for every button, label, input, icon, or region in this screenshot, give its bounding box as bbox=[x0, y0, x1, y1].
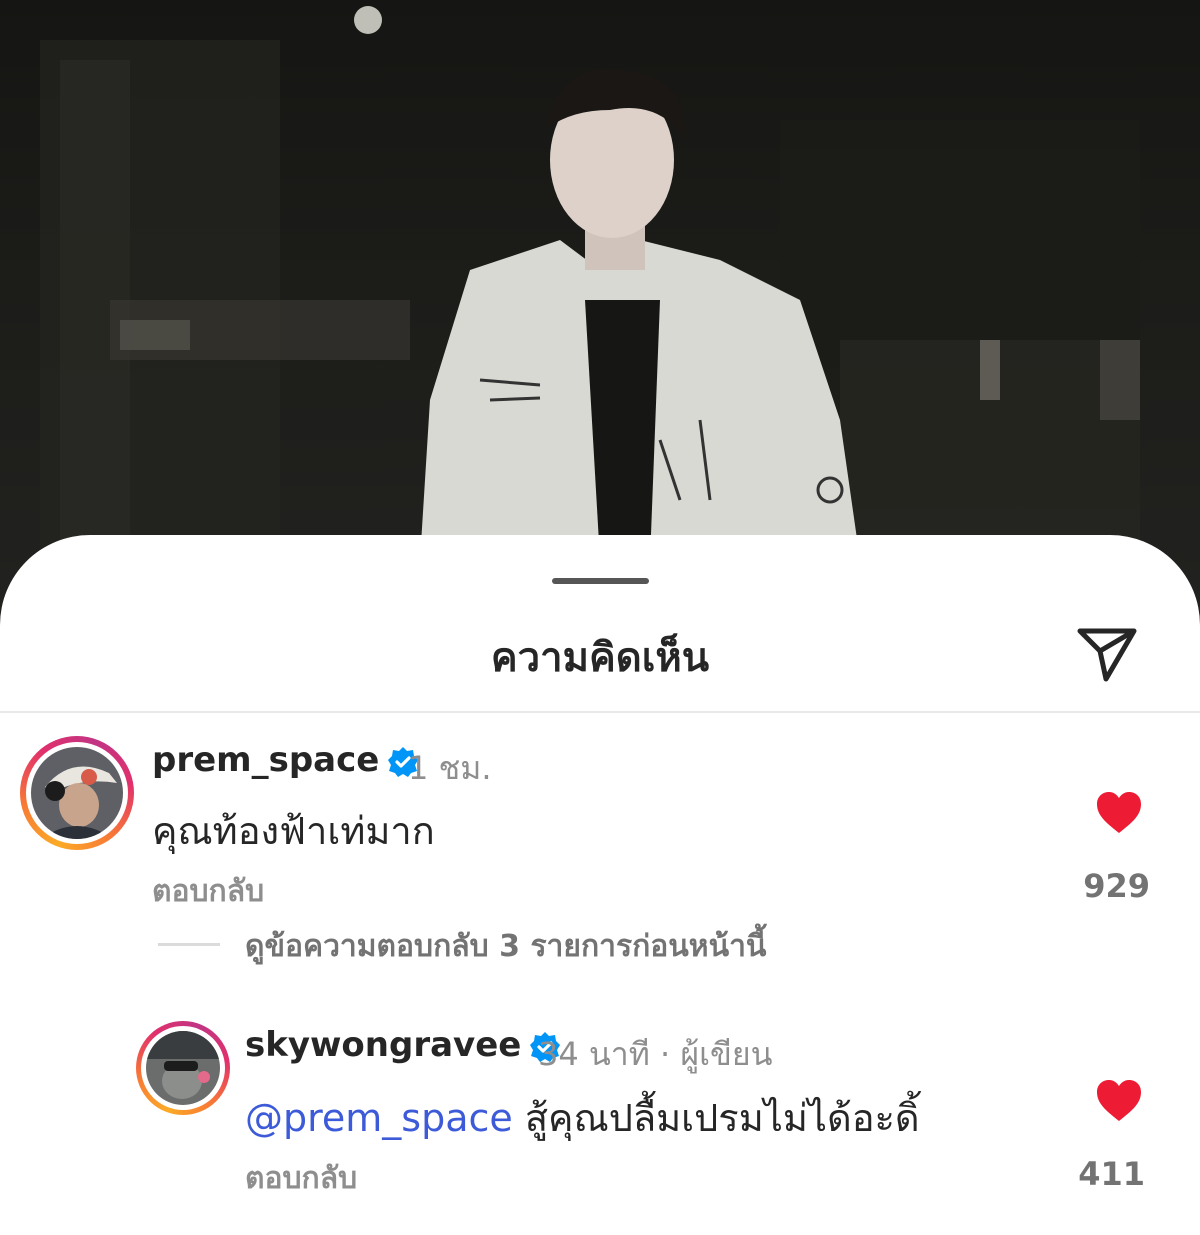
share-icon[interactable] bbox=[1072, 617, 1142, 687]
author-tag: ผู้เขียน bbox=[680, 1035, 773, 1073]
comments-sheet: ความคิดเห็น prem_space 1 ชม. คุณท้องฟ้าเ… bbox=[0, 535, 1200, 1235]
comment-username[interactable]: prem_space bbox=[152, 740, 423, 780]
like-count: 411 bbox=[1078, 1155, 1145, 1193]
heart-icon[interactable] bbox=[1095, 791, 1143, 835]
reply-meta: 34 นาที · ผู้เขียน bbox=[538, 1029, 773, 1080]
comment-time: 1 ชม. bbox=[408, 749, 492, 787]
heart-icon[interactable] bbox=[1095, 1079, 1143, 1123]
reply-button[interactable]: ตอบกลับ bbox=[245, 1155, 357, 1202]
avatar[interactable] bbox=[31, 747, 123, 839]
mention-link[interactable]: @prem_space bbox=[245, 1096, 513, 1140]
avatar[interactable] bbox=[146, 1031, 220, 1105]
reply-button[interactable]: ตอบกลับ bbox=[152, 868, 264, 915]
reply-time: 34 นาที bbox=[538, 1035, 650, 1073]
header-divider bbox=[0, 711, 1200, 713]
username-text[interactable]: prem_space bbox=[152, 740, 379, 780]
sheet-title: ความคิดเห็น bbox=[490, 635, 710, 681]
replies-divider-line bbox=[158, 943, 220, 946]
comment-text: คุณท้องฟ้าเท่มาก bbox=[152, 809, 435, 853]
drag-handle[interactable] bbox=[552, 578, 649, 584]
username-text[interactable]: skywongravee bbox=[245, 1025, 521, 1065]
like-count: 929 bbox=[1083, 867, 1150, 905]
reply-username[interactable]: skywongravee bbox=[245, 1025, 565, 1065]
view-previous-replies-button[interactable]: ดูข้อความตอบกลับ 3 รายการก่อนหน้านี้ bbox=[245, 923, 766, 970]
meta-separator: · bbox=[660, 1035, 671, 1073]
reply-text: @prem_space สู้คุณปลื้มเปรมไม่ได้อะดิ้ bbox=[245, 1087, 920, 1148]
reply-body: สู้คุณปลื้มเปรมไม่ได้อะดิ้ bbox=[512, 1096, 920, 1140]
